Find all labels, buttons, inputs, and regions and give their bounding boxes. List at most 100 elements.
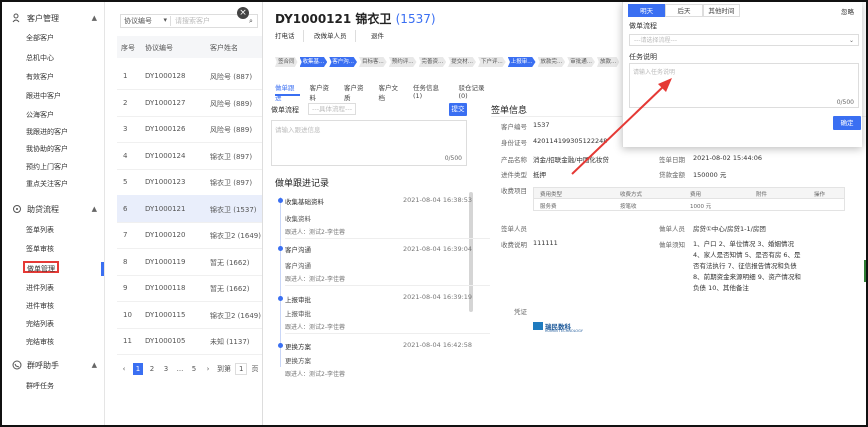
chevron-up-icon: ▲ <box>91 361 97 369</box>
table-cell: DY1000126 <box>145 125 186 133</box>
sidebar: 客户管理 ▲ 全部客户 总机中心 有效客户 跟进中客户 公海客户 我跟进的客户 … <box>2 2 105 425</box>
sidebar-group-customers[interactable]: 客户管理 ▲ <box>2 10 105 26</box>
table-cell: 锦衣卫2 (1649) <box>210 311 261 320</box>
process-step[interactable]: 审批通... <box>567 57 596 67</box>
sidebar-item-public-pool[interactable]: 公海客户 <box>26 109 54 121</box>
table-row[interactable]: 11 DY1000105 未知 (1137) <box>117 327 262 355</box>
search-field-select[interactable]: 协议编号 ▾ <box>121 16 171 26</box>
table-cell: 9 <box>123 284 128 292</box>
process-step[interactable]: 客户沟... <box>329 57 358 67</box>
sidebar-group-process[interactable]: 助贷流程 ▲ <box>2 201 105 217</box>
table-row[interactable]: 9 DY1000118 暂无 (1662) <box>117 274 262 302</box>
sidebar-item-order-management[interactable]: 做单管理 <box>23 261 59 273</box>
prev-page-icon[interactable]: ‹ <box>119 363 129 375</box>
tab-customer-qualification[interactable]: 客户资质 <box>344 82 369 102</box>
app-window: 客户管理 ▲ 全部客户 总机中心 有效客户 跟进中客户 公海客户 我跟进的客户 … <box>0 0 868 427</box>
flow-select[interactable]: ---具体流程--- <box>308 103 356 115</box>
search-input[interactable]: 请搜索客户 <box>171 16 245 26</box>
flow-select[interactable]: ---请选择流程--- ⌄ <box>629 34 859 46</box>
goto-page-input[interactable]: 1 <box>235 363 248 375</box>
tab-tomorrow[interactable]: 明天 <box>628 4 666 17</box>
search-icon[interactable]: ⌕ <box>245 17 257 26</box>
table-cell: DY1000123 <box>145 178 186 186</box>
sidebar-item-switchboard[interactable]: 总机中心 <box>26 52 54 64</box>
timeline-line <box>280 197 281 367</box>
timeline-dot <box>278 246 283 251</box>
confirm-button[interactable]: 确定 <box>833 116 861 130</box>
loan-type-label: 进件类型 <box>501 171 527 179</box>
table-row[interactable]: 7 DY1000120 锦衣卫2 (1649) <box>117 221 262 249</box>
sidebar-item-finished-review[interactable]: 完结审核 <box>26 336 54 348</box>
tab-rejection-records[interactable]: 驳仓记录 (0) <box>458 82 495 100</box>
record-author: 跟进人：测试2-李佳蓉 <box>285 229 345 236</box>
tab-customer-docs[interactable]: 客户文档 <box>378 82 403 102</box>
process-step[interactable]: 签合同 <box>275 57 298 67</box>
process-step[interactable]: 完善资... <box>418 57 447 67</box>
table-row[interactable]: 5 DY1000123 锦衣卫 (897) <box>117 168 262 196</box>
sidebar-item-sign-list[interactable]: 签单列表 <box>26 224 54 236</box>
sidebar-item-my-assisting[interactable]: 我协助的客户 <box>26 143 68 155</box>
sign-date: 2021-08-02 15:44:06 <box>693 154 763 162</box>
tab-customer-info[interactable]: 客户资料 <box>309 82 334 102</box>
change-maker-button[interactable]: 改做单人员 <box>306 30 356 42</box>
sidebar-item-group-call-task[interactable]: 群呼任务 <box>26 380 54 392</box>
page-button[interactable]: 3 <box>161 363 171 375</box>
sidebar-item-all-customers[interactable]: 全部客户 <box>26 32 54 44</box>
flow-label: 做单流程 <box>271 106 299 114</box>
table-cell: 6 <box>123 204 128 213</box>
table-row[interactable]: 3 DY1000126 风险号 (889) <box>117 115 262 143</box>
side-handle[interactable] <box>864 260 866 282</box>
id-label: 身份证号 <box>501 139 527 147</box>
table-row[interactable]: 10 DY1000115 锦衣卫2 (1649) <box>117 301 262 329</box>
table-row[interactable]: 6 DY1000121 锦衣卫 (1537) <box>117 194 262 223</box>
sidebar-item-sign-review[interactable]: 签单审核 <box>26 243 54 255</box>
users-icon <box>12 13 20 23</box>
sidebar-item-intake-review[interactable]: 进件审核 <box>26 300 54 312</box>
sidebar-item-valid-customers[interactable]: 有效客户 <box>26 71 54 83</box>
sidebar-item-following[interactable]: 跟进中客户 <box>26 90 61 102</box>
fee-column: 操作 <box>814 192 826 198</box>
process-step[interactable]: 上报审... <box>507 57 536 67</box>
record-title: 收集基础资料 <box>285 198 324 206</box>
fee-column: 费用类型 <box>540 192 563 198</box>
sidebar-item-key-focus[interactable]: 重点关注客户 <box>26 178 68 190</box>
page-button[interactable]: 1 <box>133 363 143 375</box>
tab-follow-up[interactable]: 做单跟进 <box>275 82 301 102</box>
sidebar-item-my-following[interactable]: 我跟进的客户 <box>26 126 68 138</box>
page-button[interactable]: 2 <box>147 363 157 375</box>
sidebar-item-intake-list[interactable]: 进件列表 <box>26 282 54 294</box>
table-row[interactable]: 4 DY1000124 锦衣卫 (897) <box>117 142 262 170</box>
submit-button[interactable]: 提交 <box>449 103 467 116</box>
process-step[interactable]: 提交材... <box>448 57 477 67</box>
table-row[interactable]: 1 DY1000128 风险号 (887) <box>117 62 262 90</box>
table-row[interactable]: 8 DY1000119 暂无 (1662) <box>117 248 262 276</box>
table-cell: DY1000118 <box>145 284 186 292</box>
page-button[interactable]: 5 <box>189 363 199 375</box>
follow-up-textarea[interactable]: 请输入跟进信息 0/500 <box>271 120 467 166</box>
process-step[interactable]: 预约评... <box>388 57 417 67</box>
sidebar-item-finished-list[interactable]: 完结列表 <box>26 318 54 330</box>
fee-column: 附件 <box>756 192 768 198</box>
phone-icon <box>12 360 22 370</box>
process-step[interactable]: 放款... <box>597 57 620 67</box>
goto-label: 到第 <box>217 365 231 373</box>
ignore-button[interactable]: 忽略 <box>841 6 854 16</box>
sidebar-group-phone[interactable]: 群呼助手 ▲ <box>2 357 105 373</box>
char-counter: 0/500 <box>836 99 854 106</box>
record-author: 跟进人：测试2-李佳蓉 <box>285 371 345 378</box>
close-icon[interactable]: × <box>237 7 249 19</box>
process-step[interactable]: 放款完... <box>537 57 566 67</box>
table-cell: 3 <box>123 125 128 133</box>
sidebar-item-visit-scheduled[interactable]: 预约上门客户 <box>26 161 68 173</box>
return-button[interactable]: 退件 <box>363 30 392 42</box>
next-page-icon[interactable]: › <box>203 363 213 375</box>
tab-other-time[interactable]: 其他时间 <box>702 4 740 17</box>
process-step[interactable]: 收集基... <box>299 57 328 67</box>
process-step[interactable]: 目标客... <box>359 57 387 67</box>
call-button[interactable]: 打电话 <box>267 30 304 42</box>
table-row[interactable]: 2 DY1000127 风险号 (889) <box>117 89 262 117</box>
sidebar-group-label: 群呼助手 <box>27 360 59 370</box>
process-step[interactable]: 下户评... <box>478 57 506 67</box>
tab-day-after[interactable]: 后天 <box>665 4 703 17</box>
tab-task-info[interactable]: 任务信息 (1) <box>413 82 450 100</box>
